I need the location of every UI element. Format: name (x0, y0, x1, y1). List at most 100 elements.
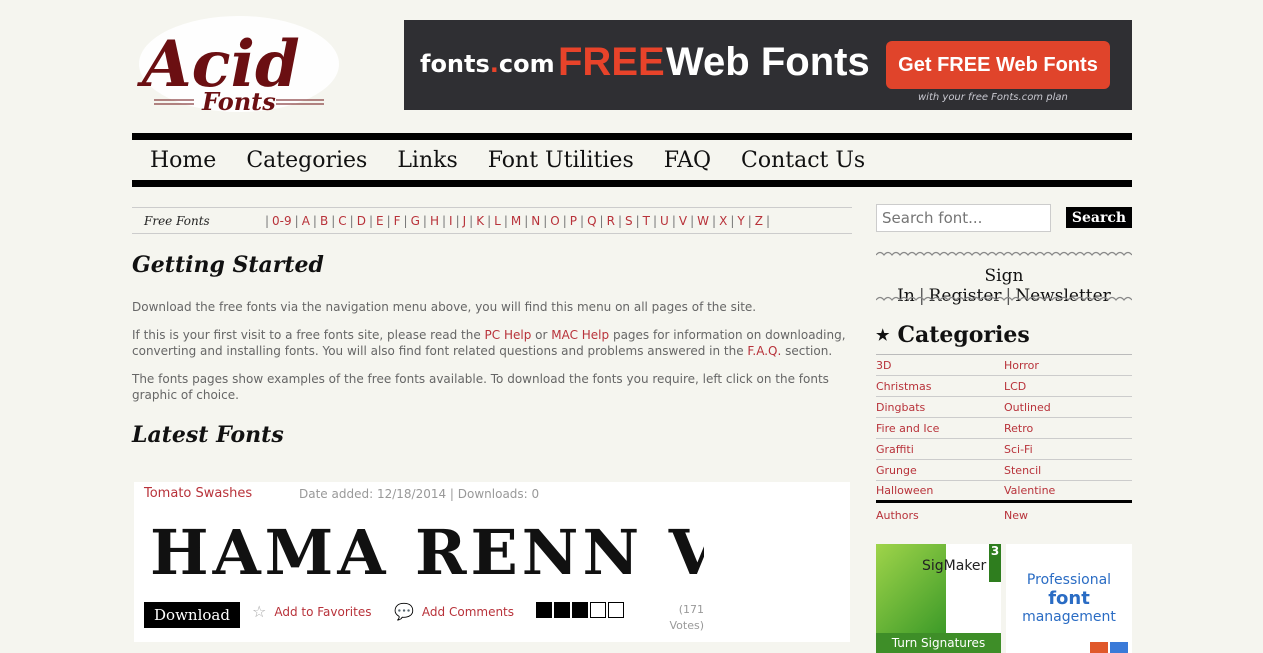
latest-fonts-heading: Latest Fonts (132, 422, 284, 448)
font-preview-image[interactable]: HAMA RENN V (148, 512, 704, 586)
alphabet-link-s[interactable]: S (625, 214, 633, 228)
category-link-fire-and-ice[interactable]: Fire and Ice (876, 422, 1004, 435)
category-link-stencil[interactable]: Stencil (1004, 464, 1132, 477)
alphabet-separator: | (765, 213, 771, 228)
alphabet-link-g[interactable]: G (411, 214, 420, 228)
alphabet-separator: | (747, 213, 752, 228)
category-row-extra: Authors New (876, 505, 1132, 526)
rating-box[interactable] (608, 602, 624, 618)
faq-link[interactable]: F.A.Q. (747, 344, 781, 358)
category-link-halloween[interactable]: Halloween (876, 484, 1004, 497)
nav-contact-us[interactable]: Contact Us (741, 148, 865, 173)
nav-home[interactable]: Home (150, 148, 216, 173)
category-link-sci-fi[interactable]: Sci-Fi (1004, 443, 1132, 456)
comments-label: Add Comments (421, 604, 515, 619)
alphabet-link-x[interactable]: X (719, 214, 727, 228)
main-nav: Home Categories Links Font Utilities FAQ… (132, 133, 1132, 187)
alphabet-separator: | (562, 213, 567, 228)
alphabet-link-a[interactable]: A (302, 214, 310, 228)
alphabet-link-t[interactable]: T (643, 214, 650, 228)
alphabet-link-n[interactable]: N (531, 214, 540, 228)
category-row: Grunge Stencil (876, 460, 1132, 481)
link-authors[interactable]: Authors (876, 509, 1004, 522)
alphabet-bar: Free Fonts | 0-9 | A | B | C | D | E | F | G | H | I | J | K | L |… (132, 207, 852, 234)
add-to-favorites-link[interactable]: ☆ Add to Favorites (252, 602, 371, 621)
category-row: Fire and Ice Retro (876, 418, 1132, 439)
banner-ad[interactable]: fonts.com FREE Web Fonts Get FREE Web Fo… (404, 20, 1132, 110)
download-button[interactable]: Download (144, 602, 240, 628)
alphabet-link-k[interactable]: K (476, 214, 484, 228)
star-icon: ★ (876, 326, 890, 344)
mac-help-link[interactable]: MAC Help (551, 328, 609, 342)
alphabet-link-f[interactable]: F (394, 214, 401, 228)
search-button[interactable]: Search (1066, 207, 1132, 228)
rating-box[interactable] (590, 602, 606, 618)
alphabet-link-q[interactable]: Q (587, 214, 596, 228)
alphabet-link-r[interactable]: R (607, 214, 615, 228)
rating-boxes[interactable] (536, 602, 626, 618)
alphabet-link-o[interactable]: O (550, 214, 559, 228)
alphabet-link-b[interactable]: B (320, 214, 328, 228)
nav-links[interactable]: Links (397, 148, 457, 173)
rating-box[interactable] (554, 602, 570, 618)
category-link-grunge[interactable]: Grunge (876, 464, 1004, 477)
alphabet-separator: | (265, 213, 270, 228)
alphabet-separator: | (441, 213, 447, 228)
category-link-christmas[interactable]: Christmas (876, 380, 1004, 393)
alphabet-links: | 0-9 | A | B | C | D | E | F | G | H | I | J | K | L | M | N | O | P | Q | R… (262, 214, 773, 228)
alphabet-separator: | (635, 213, 640, 228)
alphabet-link-d[interactable]: D (357, 214, 366, 228)
sigmaker-ad[interactable]: SigMaker 3 Turn Signatures (876, 544, 1001, 653)
search-input[interactable] (876, 204, 1051, 232)
alphabet-link-u[interactable]: U (660, 214, 669, 228)
font-name-link[interactable]: Tomato Swashes (144, 486, 252, 501)
alphabet-separator: | (690, 213, 695, 228)
alphabet-link-h[interactable]: H (430, 214, 439, 228)
alphabet-link-l[interactable]: L (494, 214, 501, 228)
alphabet-separator: | (294, 213, 299, 228)
alphabet-link-z[interactable]: Z (755, 214, 763, 228)
alphabet-link-w[interactable]: W (697, 214, 709, 228)
font-preview-text: HAMA RENN V (150, 516, 704, 586)
nav-categories[interactable]: Categories (246, 148, 367, 173)
alphabet-link-j[interactable]: J (463, 214, 467, 228)
category-link-dingbats[interactable]: Dingbats (876, 401, 1004, 414)
category-link-graffiti[interactable]: Graffiti (876, 443, 1004, 456)
add-comments-link[interactable]: 💬 Add Comments (394, 602, 514, 621)
alphabet-link-i[interactable]: I (449, 214, 453, 228)
alphabet-separator: | (349, 213, 354, 228)
site-logo[interactable]: Acid Fonts (134, 14, 344, 124)
pc-help-link[interactable]: PC Help (485, 328, 532, 342)
alphabet-separator: | (487, 213, 492, 228)
banner-free-text: FREE (558, 40, 665, 84)
category-link-outlined[interactable]: Outlined (1004, 401, 1132, 414)
font-management-ad[interactable]: Professional font management (1006, 544, 1132, 653)
votes-count: (171 Votes) (669, 603, 704, 632)
category-link-valentine[interactable]: Valentine (1004, 484, 1132, 497)
alphabet-link-c[interactable]: C (338, 214, 346, 228)
alphabet-link-m[interactable]: M (511, 214, 521, 228)
alphabet-link-e[interactable]: E (376, 214, 384, 228)
favorites-label: Add to Favorites (274, 604, 372, 619)
nav-font-utilities[interactable]: Font Utilities (488, 148, 634, 173)
wave-divider-top (876, 251, 1132, 256)
category-link-3d[interactable]: 3D (876, 359, 1004, 372)
rating-box[interactable] (572, 602, 588, 618)
rating-box[interactable] (536, 602, 552, 618)
alphabet-link-p[interactable]: P (570, 214, 577, 228)
alphabet-link-0-9[interactable]: 0-9 (272, 214, 292, 228)
banner-get-free-button[interactable]: Get FREE Web Fonts (886, 41, 1110, 89)
getting-started-heading: Getting Started (132, 252, 324, 278)
alphabet-link-v[interactable]: V (679, 214, 687, 228)
link-new[interactable]: New (1004, 509, 1132, 522)
category-link-horror[interactable]: Horror (1004, 359, 1132, 372)
categories-list: 3D Horror Christmas LCD Dingbats Outlined Fire… (876, 354, 1132, 526)
ad2-line3: management (1022, 609, 1116, 625)
category-link-retro[interactable]: Retro (1004, 422, 1132, 435)
wave-divider-bottom (876, 296, 1132, 301)
ad2-line1: Professional (1026, 572, 1112, 588)
nav-faq[interactable]: FAQ (664, 148, 711, 173)
alphabet-link-y[interactable]: Y (737, 214, 744, 228)
font-card: Tomato Swashes Date added: 12/18/2014 | … (134, 482, 850, 642)
category-link-lcd[interactable]: LCD (1004, 380, 1132, 393)
